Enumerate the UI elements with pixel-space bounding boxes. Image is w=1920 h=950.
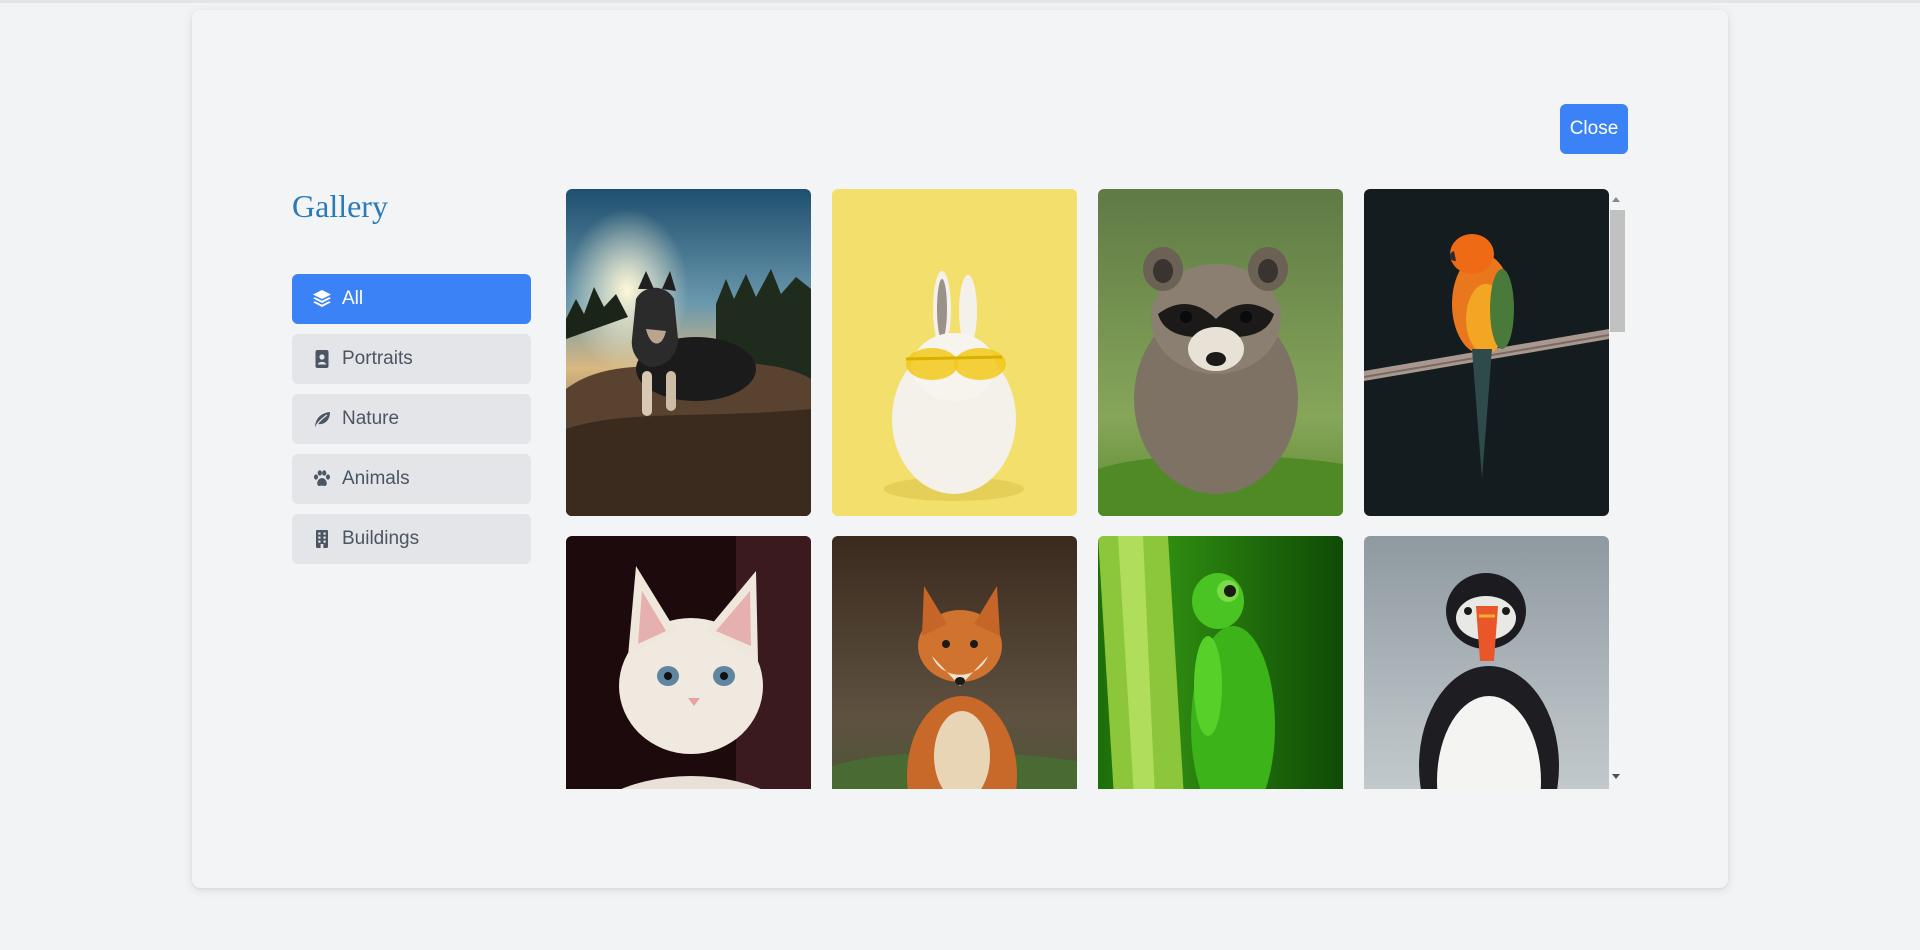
grid-scrollbar[interactable] [1608, 193, 1625, 783]
category-all[interactable]: All [292, 274, 531, 324]
portrait-icon [312, 349, 332, 369]
category-nav: All Portraits Nature Animals Buildings [292, 274, 531, 574]
category-label: Animals [342, 468, 410, 489]
category-label: Nature [342, 408, 400, 429]
gallery-image-parrot[interactable] [1364, 189, 1609, 516]
paw-icon [312, 469, 332, 489]
category-buildings[interactable]: Buildings [292, 514, 531, 564]
scrollbar-thumb[interactable] [1610, 210, 1625, 332]
leaf-icon [312, 409, 332, 429]
layers-icon [312, 289, 332, 309]
category-label: All [342, 288, 364, 309]
image-grid[interactable] [566, 189, 1614, 789]
category-nature[interactable]: Nature [292, 394, 531, 444]
gallery-image-frog[interactable] [1098, 536, 1343, 789]
gallery-title: Gallery [292, 188, 388, 224]
building-icon [312, 529, 332, 549]
scroll-down-arrow-icon[interactable] [1612, 774, 1620, 779]
gallery-image-fox[interactable] [832, 536, 1077, 789]
category-label: Buildings [342, 528, 420, 549]
close-button[interactable]: Close [1560, 104, 1628, 154]
top-border [0, 0, 1920, 3]
category-portraits[interactable]: Portraits [292, 334, 531, 384]
gallery-image-raccoon[interactable] [1098, 189, 1343, 516]
category-label: Portraits [342, 348, 413, 369]
gallery-image-dog[interactable] [566, 189, 811, 516]
gallery-image-rabbit[interactable] [832, 189, 1077, 516]
gallery-image-kitten[interactable] [566, 536, 811, 789]
category-animals[interactable]: Animals [292, 454, 531, 504]
scroll-up-arrow-icon[interactable] [1612, 197, 1620, 202]
gallery-image-puffin[interactable] [1364, 536, 1609, 789]
